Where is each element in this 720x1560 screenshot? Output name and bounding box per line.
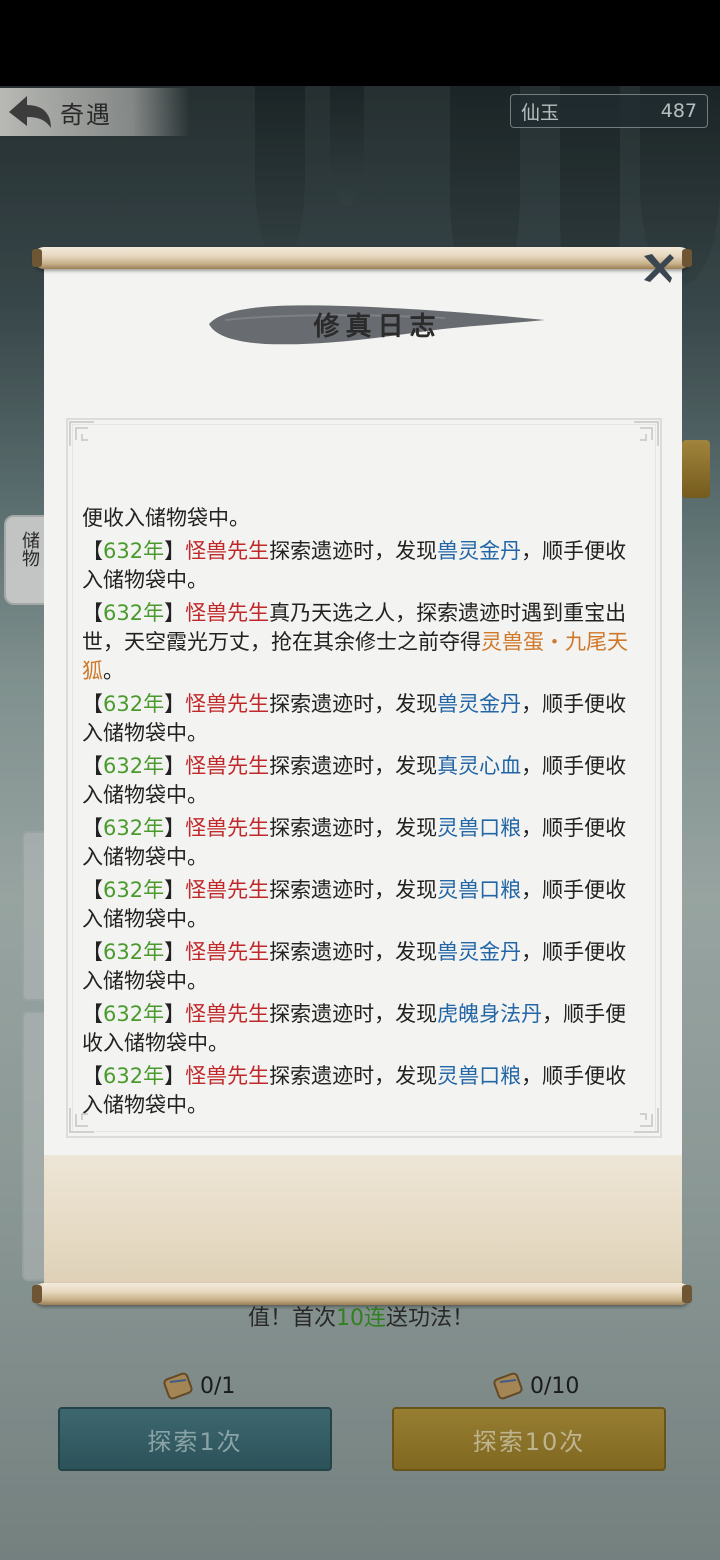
log-player-name: 怪兽先生 (185, 692, 270, 716)
log-text: 探索遗迹时，发现 (269, 539, 438, 563)
log-text: 探索遗迹时，发现 (269, 816, 438, 840)
scroll-paper-bottom (44, 1155, 682, 1290)
log-text: 探索遗迹时，发现 (269, 1002, 438, 1026)
log-year: 632年 (103, 1002, 165, 1026)
journal-title: 修真日志 (313, 311, 442, 342)
log-entry: 【632年】怪兽先生探索遗迹时，发现兽灵金丹，顺手便收入储物袋中。 (82, 940, 627, 993)
log-item-name: 兽灵金丹 (437, 940, 522, 964)
log-text: 探索遗迹时，发现 (269, 754, 438, 778)
log-item-name: 灵兽口粮 (437, 816, 522, 840)
log-entry: 【632年】怪兽先生探索遗迹时，发现兽灵金丹，顺手便收入储物袋中。 (82, 539, 627, 592)
log-player-name: 怪兽先生 (185, 754, 270, 778)
scroll-bottom-rod (32, 1283, 692, 1305)
log-entry: 【632年】怪兽先生探索遗迹时，发现灵兽口粮，顺手便收入储物袋中。 (82, 1064, 627, 1117)
log-item-name: 虎魄身法丹 (437, 1002, 543, 1026)
log-entry: 【632年】怪兽先生探索遗迹时，发现灵兽口粮，顺手便收入储物袋中。 (82, 816, 627, 869)
journal-log[interactable]: 便收入储物袋中。 【632年】怪兽先生探索遗迹时，发现兽灵金丹，顺手便收入储物袋… (82, 504, 642, 1124)
log-year: 632年 (103, 601, 165, 625)
log-year: 632年 (103, 754, 165, 778)
log-entry: 【632年】怪兽先生探索遗迹时，发现真灵心血，顺手便收入储物袋中。 (82, 754, 627, 807)
close-button[interactable] (640, 250, 676, 286)
log-year: 632年 (103, 539, 165, 563)
log-item-name: 兽灵金丹 (437, 692, 522, 716)
log-entry: 【632年】怪兽先生探索遗迹时，发现灵兽口粮，顺手便收入储物袋中。 (82, 878, 627, 931)
log-player-name: 怪兽先生 (185, 1064, 270, 1088)
log-player-name: 怪兽先生 (185, 539, 270, 563)
log-player-name: 怪兽先生 (185, 940, 270, 964)
log-text: 探索遗迹时，发现 (269, 940, 438, 964)
log-year: 632年 (103, 1064, 165, 1088)
status-bar (0, 0, 720, 86)
log-year: 632年 (103, 878, 165, 902)
log-player-name: 怪兽先生 (185, 601, 270, 625)
log-text: 。 (103, 659, 124, 683)
log-item-name: 灵兽口粮 (437, 1064, 522, 1088)
log-player-name: 怪兽先生 (185, 1002, 270, 1026)
log-text: 探索遗迹时，发现 (269, 1064, 438, 1088)
log-player-name: 怪兽先生 (185, 878, 270, 902)
log-text: 探索遗迹时，发现 (269, 692, 438, 716)
frame-corner-ornament (634, 421, 659, 446)
scroll-top-rod (32, 247, 692, 269)
log-year: 632年 (103, 816, 165, 840)
log-text: 探索遗迹时，发现 (269, 878, 438, 902)
log-player-name: 怪兽先生 (185, 816, 270, 840)
log-entry: 【632年】怪兽先生探索遗迹时，发现兽灵金丹，顺手便收入储物袋中。 (82, 692, 627, 745)
log-item-name: 兽灵金丹 (437, 539, 522, 563)
log-entry: 【632年】怪兽先生真乃天选之人，探索遗迹时遇到重宝出世，天空霞光万丈，抢在其余… (82, 601, 628, 683)
log-item-name: 灵兽口粮 (437, 878, 522, 902)
log-entry: 【632年】怪兽先生探索遗迹时，发现虎魄身法丹，顺手便收入储物袋中。 (82, 1002, 627, 1055)
log-year: 632年 (103, 692, 165, 716)
log-entry: 便收入储物袋中。 (82, 506, 250, 530)
log-year: 632年 (103, 940, 165, 964)
frame-corner-ornament (69, 421, 94, 446)
log-item-name: 真灵心血 (437, 754, 522, 778)
close-icon (644, 254, 674, 283)
